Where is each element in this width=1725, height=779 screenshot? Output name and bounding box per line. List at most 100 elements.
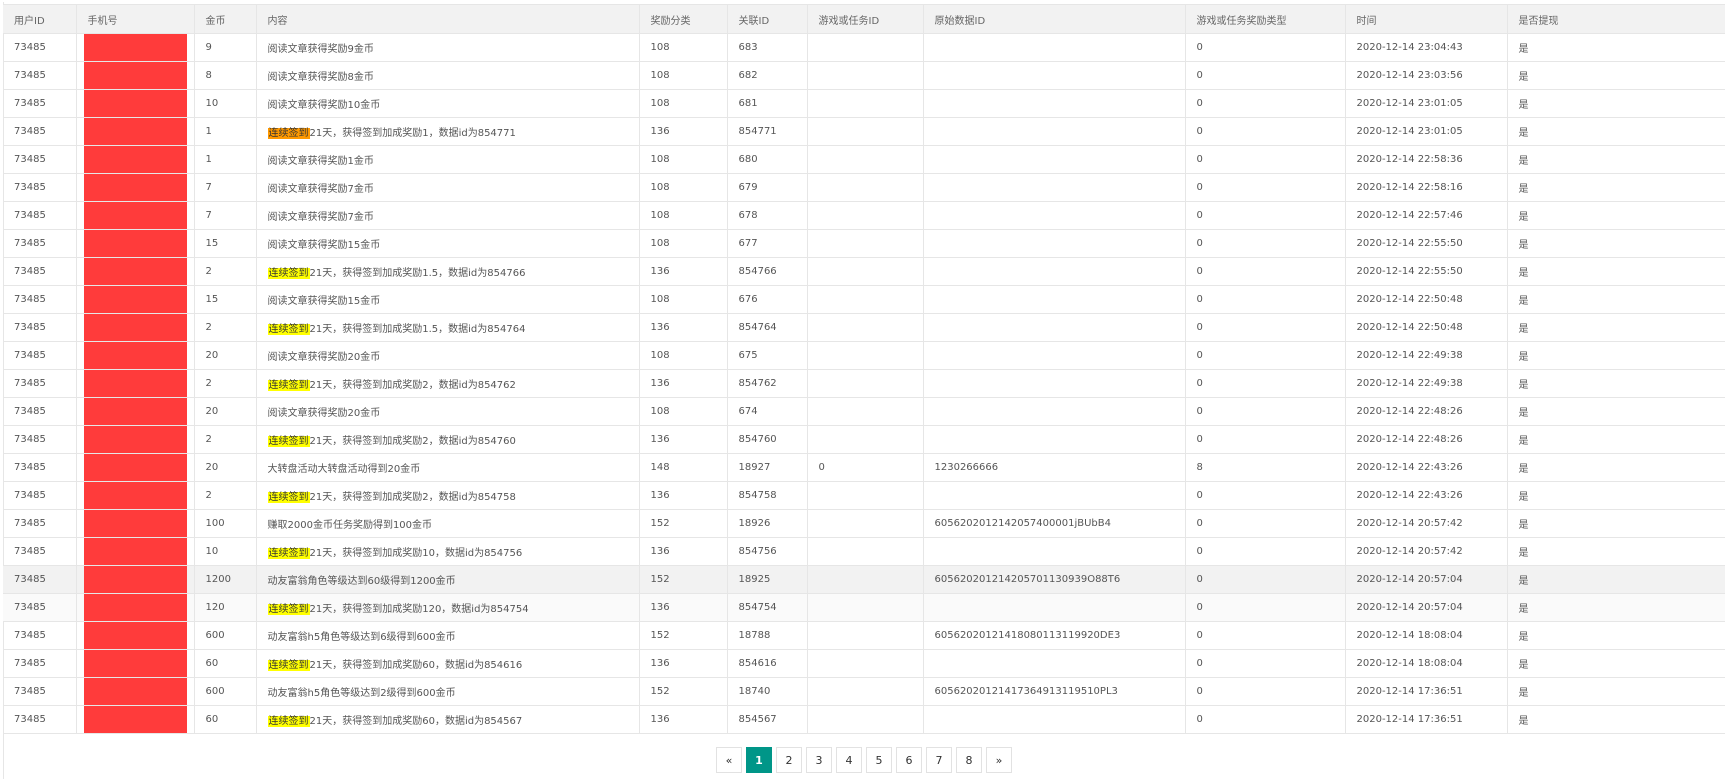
content-text: 阅读文章获得奖励10金币	[267, 100, 381, 111]
cell-game-id	[807, 229, 924, 258]
pagination: « 12345678 »	[716, 747, 1012, 775]
cell-raw-id	[923, 201, 1186, 230]
header-col-time: 时间	[1345, 4, 1508, 34]
cell-rel-id: 854758	[727, 481, 808, 510]
table-row: 73485 2 连续签到21天，获得签到加成奖励2，数据id为854760 136 85…	[3, 425, 1725, 454]
table-row: 73485 8 阅读文章获得奖励8金币 108 682 0 2020-12-14 23:03…	[3, 61, 1725, 90]
header-col-user-id: 用户ID	[3, 4, 77, 34]
cell-time: 2020-12-14 17:36:51	[1345, 677, 1508, 706]
cell-game-id	[807, 369, 924, 398]
cell-raw-id: 60562020121417364913119510PL3	[923, 677, 1186, 706]
content-text: 阅读文章获得奖励8金币	[267, 72, 374, 83]
cell-time: 2020-12-14 22:48:26	[1345, 425, 1508, 454]
cell-content: 动友富翁h5角色等级达到2级得到600金币	[256, 677, 640, 706]
cell-withdrawn: 是	[1507, 33, 1725, 62]
cell-category: 136	[639, 425, 728, 454]
cell-reward-type: 0	[1185, 593, 1346, 622]
redaction-block	[83, 650, 187, 677]
content-text: 21天，获得签到加成奖励60，数据id为854567	[309, 716, 523, 727]
redaction-block	[83, 398, 187, 425]
cell-phone-redacted	[76, 677, 195, 706]
page-button-3[interactable]: 3	[806, 747, 832, 773]
cell-withdrawn: 是	[1507, 537, 1725, 566]
cell-withdrawn: 是	[1507, 509, 1725, 538]
page-button-1[interactable]: 1	[746, 747, 772, 773]
cell-withdrawn: 是	[1507, 593, 1725, 622]
cell-withdrawn: 是	[1507, 397, 1725, 426]
cell-raw-id	[923, 313, 1186, 342]
cell-phone-redacted	[76, 397, 195, 426]
cell-content: 阅读文章获得奖励7金币	[256, 201, 640, 230]
prev-page-button[interactable]: «	[716, 747, 742, 773]
cell-reward-type: 0	[1185, 33, 1346, 62]
cell-reward-type: 0	[1185, 61, 1346, 90]
next-page-button[interactable]: »	[986, 747, 1012, 773]
cell-coins: 2	[194, 481, 257, 510]
table-row: 73485 20 大转盘活动大转盘活动得到20金币 148 18927 0 12302666…	[3, 453, 1725, 482]
cell-withdrawn: 是	[1507, 369, 1725, 398]
table-row: 73485 7 阅读文章获得奖励7金币 108 679 0 2020-12-14 22:58…	[3, 173, 1725, 202]
page-button-7[interactable]: 7	[926, 747, 952, 773]
cell-game-id	[807, 593, 924, 622]
cell-reward-type: 8	[1185, 453, 1346, 482]
cell-reward-type: 0	[1185, 341, 1346, 370]
cell-raw-id	[923, 593, 1186, 622]
cell-game-id	[807, 509, 924, 538]
cell-time: 2020-12-14 23:01:05	[1345, 117, 1508, 146]
cell-reward-type: 0	[1185, 229, 1346, 258]
cell-time: 2020-12-14 22:58:16	[1345, 173, 1508, 202]
page-button-4[interactable]: 4	[836, 747, 862, 773]
cell-withdrawn: 是	[1507, 61, 1725, 90]
page-button-6[interactable]: 6	[896, 747, 922, 773]
cell-time: 2020-12-14 22:43:26	[1345, 453, 1508, 482]
page-button-5[interactable]: 5	[866, 747, 892, 773]
page-button-2[interactable]: 2	[776, 747, 802, 773]
cell-phone-redacted	[76, 369, 195, 398]
cell-content: 动友富翁角色等级达到60级得到1200金币	[256, 565, 640, 594]
cell-time: 2020-12-14 22:43:26	[1345, 481, 1508, 510]
cell-time: 2020-12-14 22:50:48	[1345, 285, 1508, 314]
cell-time: 2020-12-14 22:55:50	[1345, 229, 1508, 258]
cell-time: 2020-12-14 20:57:04	[1345, 565, 1508, 594]
cell-content: 连续签到21天，获得签到加成奖励1.5，数据id为854764	[256, 313, 640, 342]
cell-rel-id: 854762	[727, 369, 808, 398]
cell-phone-redacted	[76, 313, 195, 342]
table-row: 73485 60 连续签到21天，获得签到加成奖励60，数据id为854616 136…	[3, 649, 1725, 678]
cell-raw-id	[923, 369, 1186, 398]
content-highlight: 连续签到	[267, 436, 310, 447]
cell-rel-id: 683	[727, 33, 808, 62]
cell-game-id	[807, 677, 924, 706]
cell-uid: 73485	[3, 285, 77, 314]
cell-withdrawn: 是	[1507, 621, 1725, 650]
page-button-8[interactable]: 8	[956, 747, 982, 773]
table-body: 73485 9 阅读文章获得奖励9金币 108 683 0 2020-12-14 23:04…	[3, 33, 1725, 734]
cell-game-id	[807, 201, 924, 230]
cell-category: 136	[639, 313, 728, 342]
cell-time: 2020-12-14 17:36:51	[1345, 705, 1508, 734]
cell-phone-redacted	[76, 173, 195, 202]
table-row: 73485 2 连续签到21天，获得签到加成奖励1.5，数据id为854766 136…	[3, 257, 1725, 286]
table-row: 73485 9 阅读文章获得奖励9金币 108 683 0 2020-12-14 23:04…	[3, 33, 1725, 62]
content-highlight: 连续签到	[267, 268, 310, 279]
table-row: 73485 120 连续签到21天，获得签到加成奖励120，数据id为854754 1…	[3, 593, 1725, 622]
cell-withdrawn: 是	[1507, 649, 1725, 678]
cell-withdrawn: 是	[1507, 229, 1725, 258]
content-text: 赚取2000金币任务奖励得到100金币	[267, 520, 433, 531]
cell-uid: 73485	[3, 341, 77, 370]
redaction-block	[83, 566, 187, 593]
redaction-block	[83, 202, 187, 229]
cell-rel-id: 676	[727, 285, 808, 314]
content-text: 21天，获得签到加成奖励10，数据id为854756	[309, 548, 523, 559]
content-text: 21天，获得签到加成奖励1.5，数据id为854766	[309, 268, 526, 279]
content-text: 21天，获得签到加成奖励120，数据id为854754	[309, 604, 529, 615]
cell-category: 152	[639, 621, 728, 650]
redaction-block	[83, 118, 187, 145]
cell-content: 阅读文章获得奖励20金币	[256, 397, 640, 426]
cell-uid: 73485	[3, 677, 77, 706]
cell-withdrawn: 是	[1507, 313, 1725, 342]
cell-phone-redacted	[76, 145, 195, 174]
cell-category: 108	[639, 61, 728, 90]
cell-uid: 73485	[3, 453, 77, 482]
content-text: 阅读文章获得奖励7金币	[267, 212, 374, 223]
cell-content: 连续签到21天，获得签到加成奖励60，数据id为854567	[256, 705, 640, 734]
